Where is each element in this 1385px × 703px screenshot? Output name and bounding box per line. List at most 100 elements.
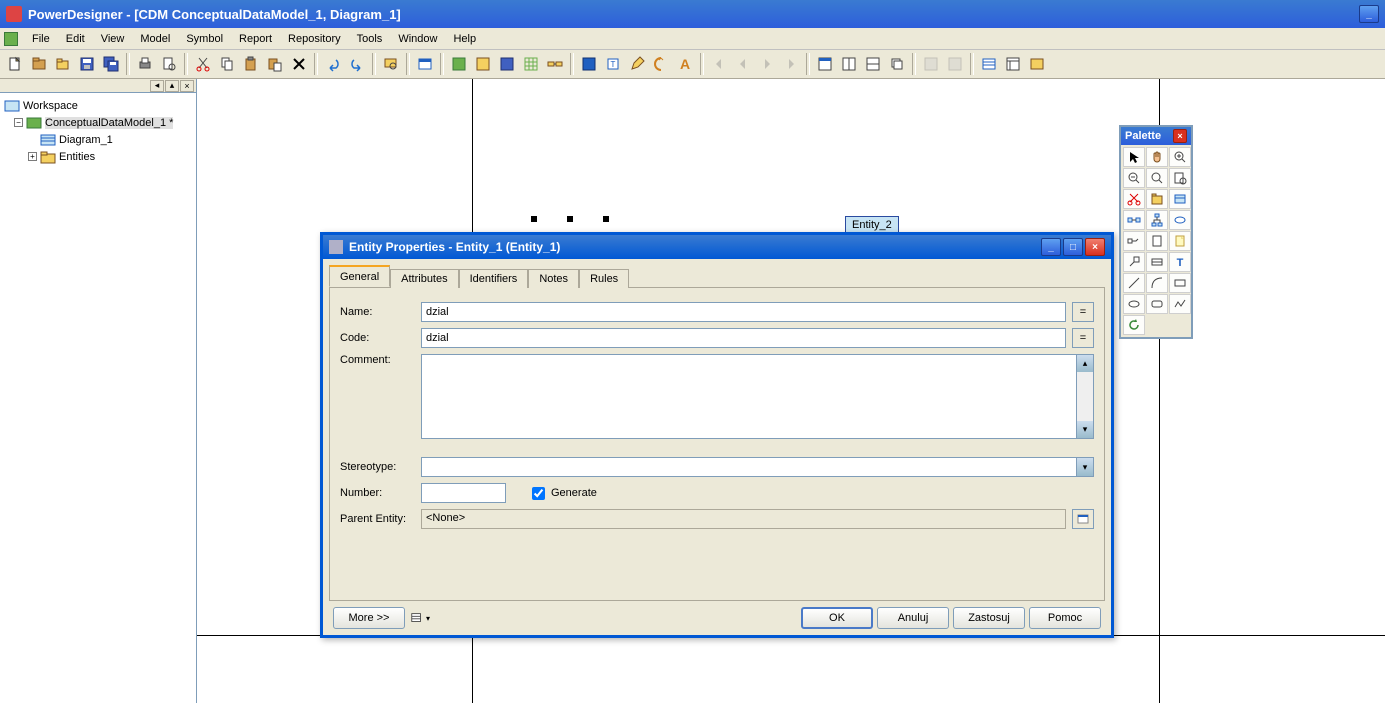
- package-icon[interactable]: [1146, 189, 1168, 209]
- palette-close-button[interactable]: ×: [1173, 129, 1187, 143]
- new-icon[interactable]: [4, 53, 26, 75]
- tab-general[interactable]: General: [329, 265, 390, 287]
- tool-a-icon[interactable]: [448, 53, 470, 75]
- win-a-icon[interactable]: [814, 53, 836, 75]
- menu-window[interactable]: Window: [390, 31, 445, 47]
- pane-pin-icon[interactable]: ▴: [165, 80, 179, 92]
- scroll-down-icon[interactable]: ▾: [1077, 421, 1093, 438]
- tree-model[interactable]: ConceptualDataModel_1 *: [45, 117, 173, 129]
- copy-icon[interactable]: [216, 53, 238, 75]
- tree-entities[interactable]: Entities: [59, 151, 95, 163]
- more-button[interactable]: More >>: [333, 607, 405, 629]
- cut-sym-icon[interactable]: [1123, 189, 1145, 209]
- tool-f-icon[interactable]: [578, 53, 600, 75]
- link-a-icon[interactable]: [1123, 231, 1145, 251]
- tool-e-icon[interactable]: [544, 53, 566, 75]
- tool-c-icon[interactable]: [496, 53, 518, 75]
- zoom-page-icon[interactable]: [1169, 168, 1191, 188]
- file-icon[interactable]: [1146, 231, 1168, 251]
- win-h-icon[interactable]: [1002, 53, 1024, 75]
- number-field[interactable]: [421, 483, 506, 503]
- print-preview-icon[interactable]: [158, 53, 180, 75]
- zoom-out-icon[interactable]: [1123, 168, 1145, 188]
- menu-symbol[interactable]: Symbol: [178, 31, 231, 47]
- menu-file[interactable]: File: [24, 31, 58, 47]
- code-sync-button[interactable]: =: [1072, 328, 1094, 348]
- line-icon[interactable]: [1123, 273, 1145, 293]
- dialog-close-button[interactable]: ×: [1085, 238, 1105, 256]
- parent-entity-browse-button[interactable]: [1072, 509, 1094, 529]
- dialog-titlebar[interactable]: Entity Properties - Entity_1 (Entity_1) …: [323, 235, 1111, 259]
- name-field[interactable]: [421, 302, 1066, 322]
- tree-toggle-icon[interactable]: −: [14, 118, 23, 127]
- menu-tools[interactable]: Tools: [349, 31, 391, 47]
- win-f-icon[interactable]: [944, 53, 966, 75]
- inheritance-icon[interactable]: [1146, 210, 1168, 230]
- tool-g-icon[interactable]: T: [602, 53, 624, 75]
- open-icon[interactable]: [52, 53, 74, 75]
- scroll-up-icon[interactable]: ▴: [1077, 355, 1093, 372]
- pane-left-icon[interactable]: ◂: [150, 80, 164, 92]
- stereotype-combo[interactable]: ▾: [421, 457, 1094, 477]
- pane-close-icon[interactable]: ×: [180, 80, 194, 92]
- refresh-icon[interactable]: [1123, 315, 1145, 335]
- tree-diagram[interactable]: Diagram_1: [59, 134, 113, 146]
- comment-field[interactable]: [421, 354, 1077, 439]
- win-b-icon[interactable]: [838, 53, 860, 75]
- save-all-icon[interactable]: [100, 53, 122, 75]
- dialog-minimize-button[interactable]: _: [1041, 238, 1061, 256]
- nav-fwd-icon[interactable]: [780, 53, 802, 75]
- tool-h-icon[interactable]: [650, 53, 672, 75]
- minimize-button[interactable]: _: [1359, 5, 1379, 23]
- association-icon[interactable]: [1169, 210, 1191, 230]
- rect-icon[interactable]: [1169, 273, 1191, 293]
- tab-rules[interactable]: Rules: [579, 269, 629, 288]
- undo-icon[interactable]: [322, 53, 344, 75]
- menu-help[interactable]: Help: [445, 31, 484, 47]
- dialog-menu-button[interactable]: ▾: [409, 607, 431, 629]
- pointer-icon[interactable]: [1123, 147, 1145, 167]
- tab-notes[interactable]: Notes: [528, 269, 579, 288]
- delete-icon[interactable]: [288, 53, 310, 75]
- text-tool-icon[interactable]: T: [1169, 252, 1191, 272]
- win-c-icon[interactable]: [862, 53, 884, 75]
- palette-titlebar[interactable]: Palette ×: [1121, 127, 1191, 145]
- code-field[interactable]: [421, 328, 1066, 348]
- new-model-icon[interactable]: [28, 53, 50, 75]
- paste-icon[interactable]: [240, 53, 262, 75]
- tool-d-icon[interactable]: [520, 53, 542, 75]
- properties-icon[interactable]: [414, 53, 436, 75]
- menu-repository[interactable]: Repository: [280, 31, 349, 47]
- menu-report[interactable]: Report: [231, 31, 280, 47]
- hand-icon[interactable]: [1146, 147, 1168, 167]
- menu-edit[interactable]: Edit: [58, 31, 93, 47]
- paste-special-icon[interactable]: [264, 53, 286, 75]
- link-b-icon[interactable]: [1123, 252, 1145, 272]
- redo-icon[interactable]: [346, 53, 368, 75]
- tab-identifiers[interactable]: Identifiers: [459, 269, 529, 288]
- zoom-in-icon[interactable]: [1169, 147, 1191, 167]
- ok-button[interactable]: OK: [801, 607, 873, 629]
- comment-scrollbar[interactable]: ▴ ▾: [1077, 354, 1094, 439]
- apply-button[interactable]: Zastosuj: [953, 607, 1025, 629]
- relationship-icon[interactable]: [1123, 210, 1145, 230]
- nav-back-icon[interactable]: [708, 53, 730, 75]
- win-i-icon[interactable]: [1026, 53, 1048, 75]
- tool-b-icon[interactable]: [472, 53, 494, 75]
- dialog-maximize-button[interactable]: □: [1063, 238, 1083, 256]
- find-icon[interactable]: [380, 53, 402, 75]
- text-icon[interactable]: A: [674, 53, 696, 75]
- win-g-icon[interactable]: [978, 53, 1000, 75]
- tree-toggle-icon[interactable]: +: [28, 152, 37, 161]
- name-sync-button[interactable]: =: [1072, 302, 1094, 322]
- tab-attributes[interactable]: Attributes: [390, 269, 458, 288]
- generate-checkbox[interactable]: [532, 487, 545, 500]
- print-icon[interactable]: [134, 53, 156, 75]
- nav-next-icon[interactable]: [756, 53, 778, 75]
- arc-icon[interactable]: [1146, 273, 1168, 293]
- win-d-icon[interactable]: [886, 53, 908, 75]
- roundrect-icon[interactable]: [1146, 294, 1168, 314]
- menu-view[interactable]: View: [93, 31, 133, 47]
- zoom-fit-icon[interactable]: [1146, 168, 1168, 188]
- cut-icon[interactable]: [192, 53, 214, 75]
